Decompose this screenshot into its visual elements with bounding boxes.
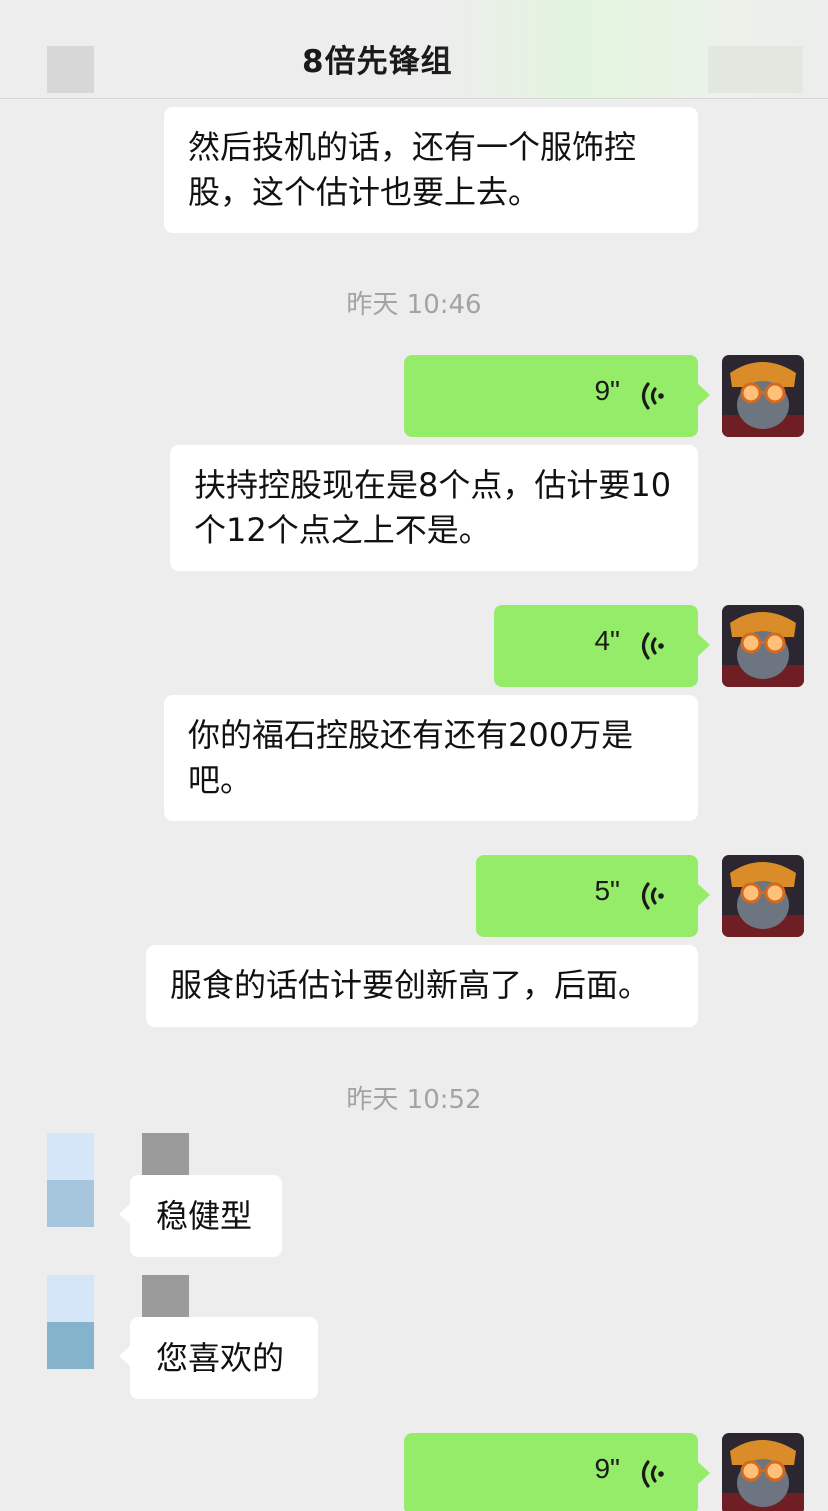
voice-duration: 9": [594, 1453, 620, 1484]
voice-message[interactable]: 5": [476, 855, 710, 937]
avatar[interactable]: [722, 355, 804, 437]
incoming-message[interactable]: 您喜欢的: [119, 1317, 318, 1399]
timestamp: 昨天 10:52: [346, 1085, 482, 1115]
transcript-text: 服食的话估计要创新高了，后面。: [170, 966, 651, 1004]
transcript-bubble[interactable]: 扶持控股现在是8个点，估计要10个12个点之上不是。: [170, 445, 698, 571]
voice-wave-icon: [641, 382, 664, 410]
voice-wave-icon: [641, 882, 664, 910]
timestamp: 昨天 10:46: [346, 290, 482, 320]
sender-name: [142, 1275, 189, 1322]
voice-wave-icon: [641, 1460, 664, 1488]
voice-message[interactable]: 4": [494, 605, 710, 687]
transcript-bubble[interactable]: 然后投机的话，还有一个服饰控股，这个估计也要上去。: [164, 107, 698, 233]
voice-wave-icon: [641, 632, 664, 660]
cat-avatar: [722, 1433, 804, 1511]
transcript-bubble[interactable]: 你的福石控股还有还有200万是吧。: [164, 695, 698, 821]
voice-duration: 9": [594, 375, 620, 406]
voice-duration: 5": [594, 875, 620, 906]
transcript-text: 扶持控股现在是8个点，估计要10个12个点之上不是。: [194, 466, 672, 549]
avatar[interactable]: [722, 1433, 804, 1511]
message-text: 您喜欢的: [156, 1339, 285, 1377]
sender-avatar[interactable]: [47, 1275, 94, 1369]
sender-name: [142, 1133, 189, 1180]
back-button[interactable]: [47, 46, 94, 93]
transcript-text: 你的福石控股还有还有200万是吧。: [188, 716, 634, 799]
avatar[interactable]: [722, 605, 804, 687]
sender-avatar[interactable]: [47, 1133, 94, 1227]
chat-window: 8倍先锋组 然后投机的话，还有一个服饰控股，这个估计也要上去。 昨天 10:46…: [0, 0, 828, 1511]
cat-avatar: [722, 355, 804, 437]
chat-header: 8倍先锋组: [0, 0, 828, 99]
cat-avatar: [722, 605, 804, 687]
cat-avatar: [722, 855, 804, 937]
transcript-bubble[interactable]: 服食的话估计要创新高了，后面。: [146, 945, 698, 1027]
voice-message[interactable]: 9": [404, 1433, 710, 1511]
transcript-text: 然后投机的话，还有一个服饰控股，这个估计也要上去。: [188, 128, 637, 211]
voice-message[interactable]: 9": [404, 355, 710, 437]
message-text: 稳健型: [156, 1197, 253, 1235]
voice-duration: 4": [594, 625, 620, 656]
more-options-button[interactable]: [708, 46, 803, 93]
incoming-message[interactable]: 稳健型: [119, 1175, 282, 1257]
chat-title: 8倍先锋组: [302, 44, 453, 80]
avatar[interactable]: [722, 855, 804, 937]
